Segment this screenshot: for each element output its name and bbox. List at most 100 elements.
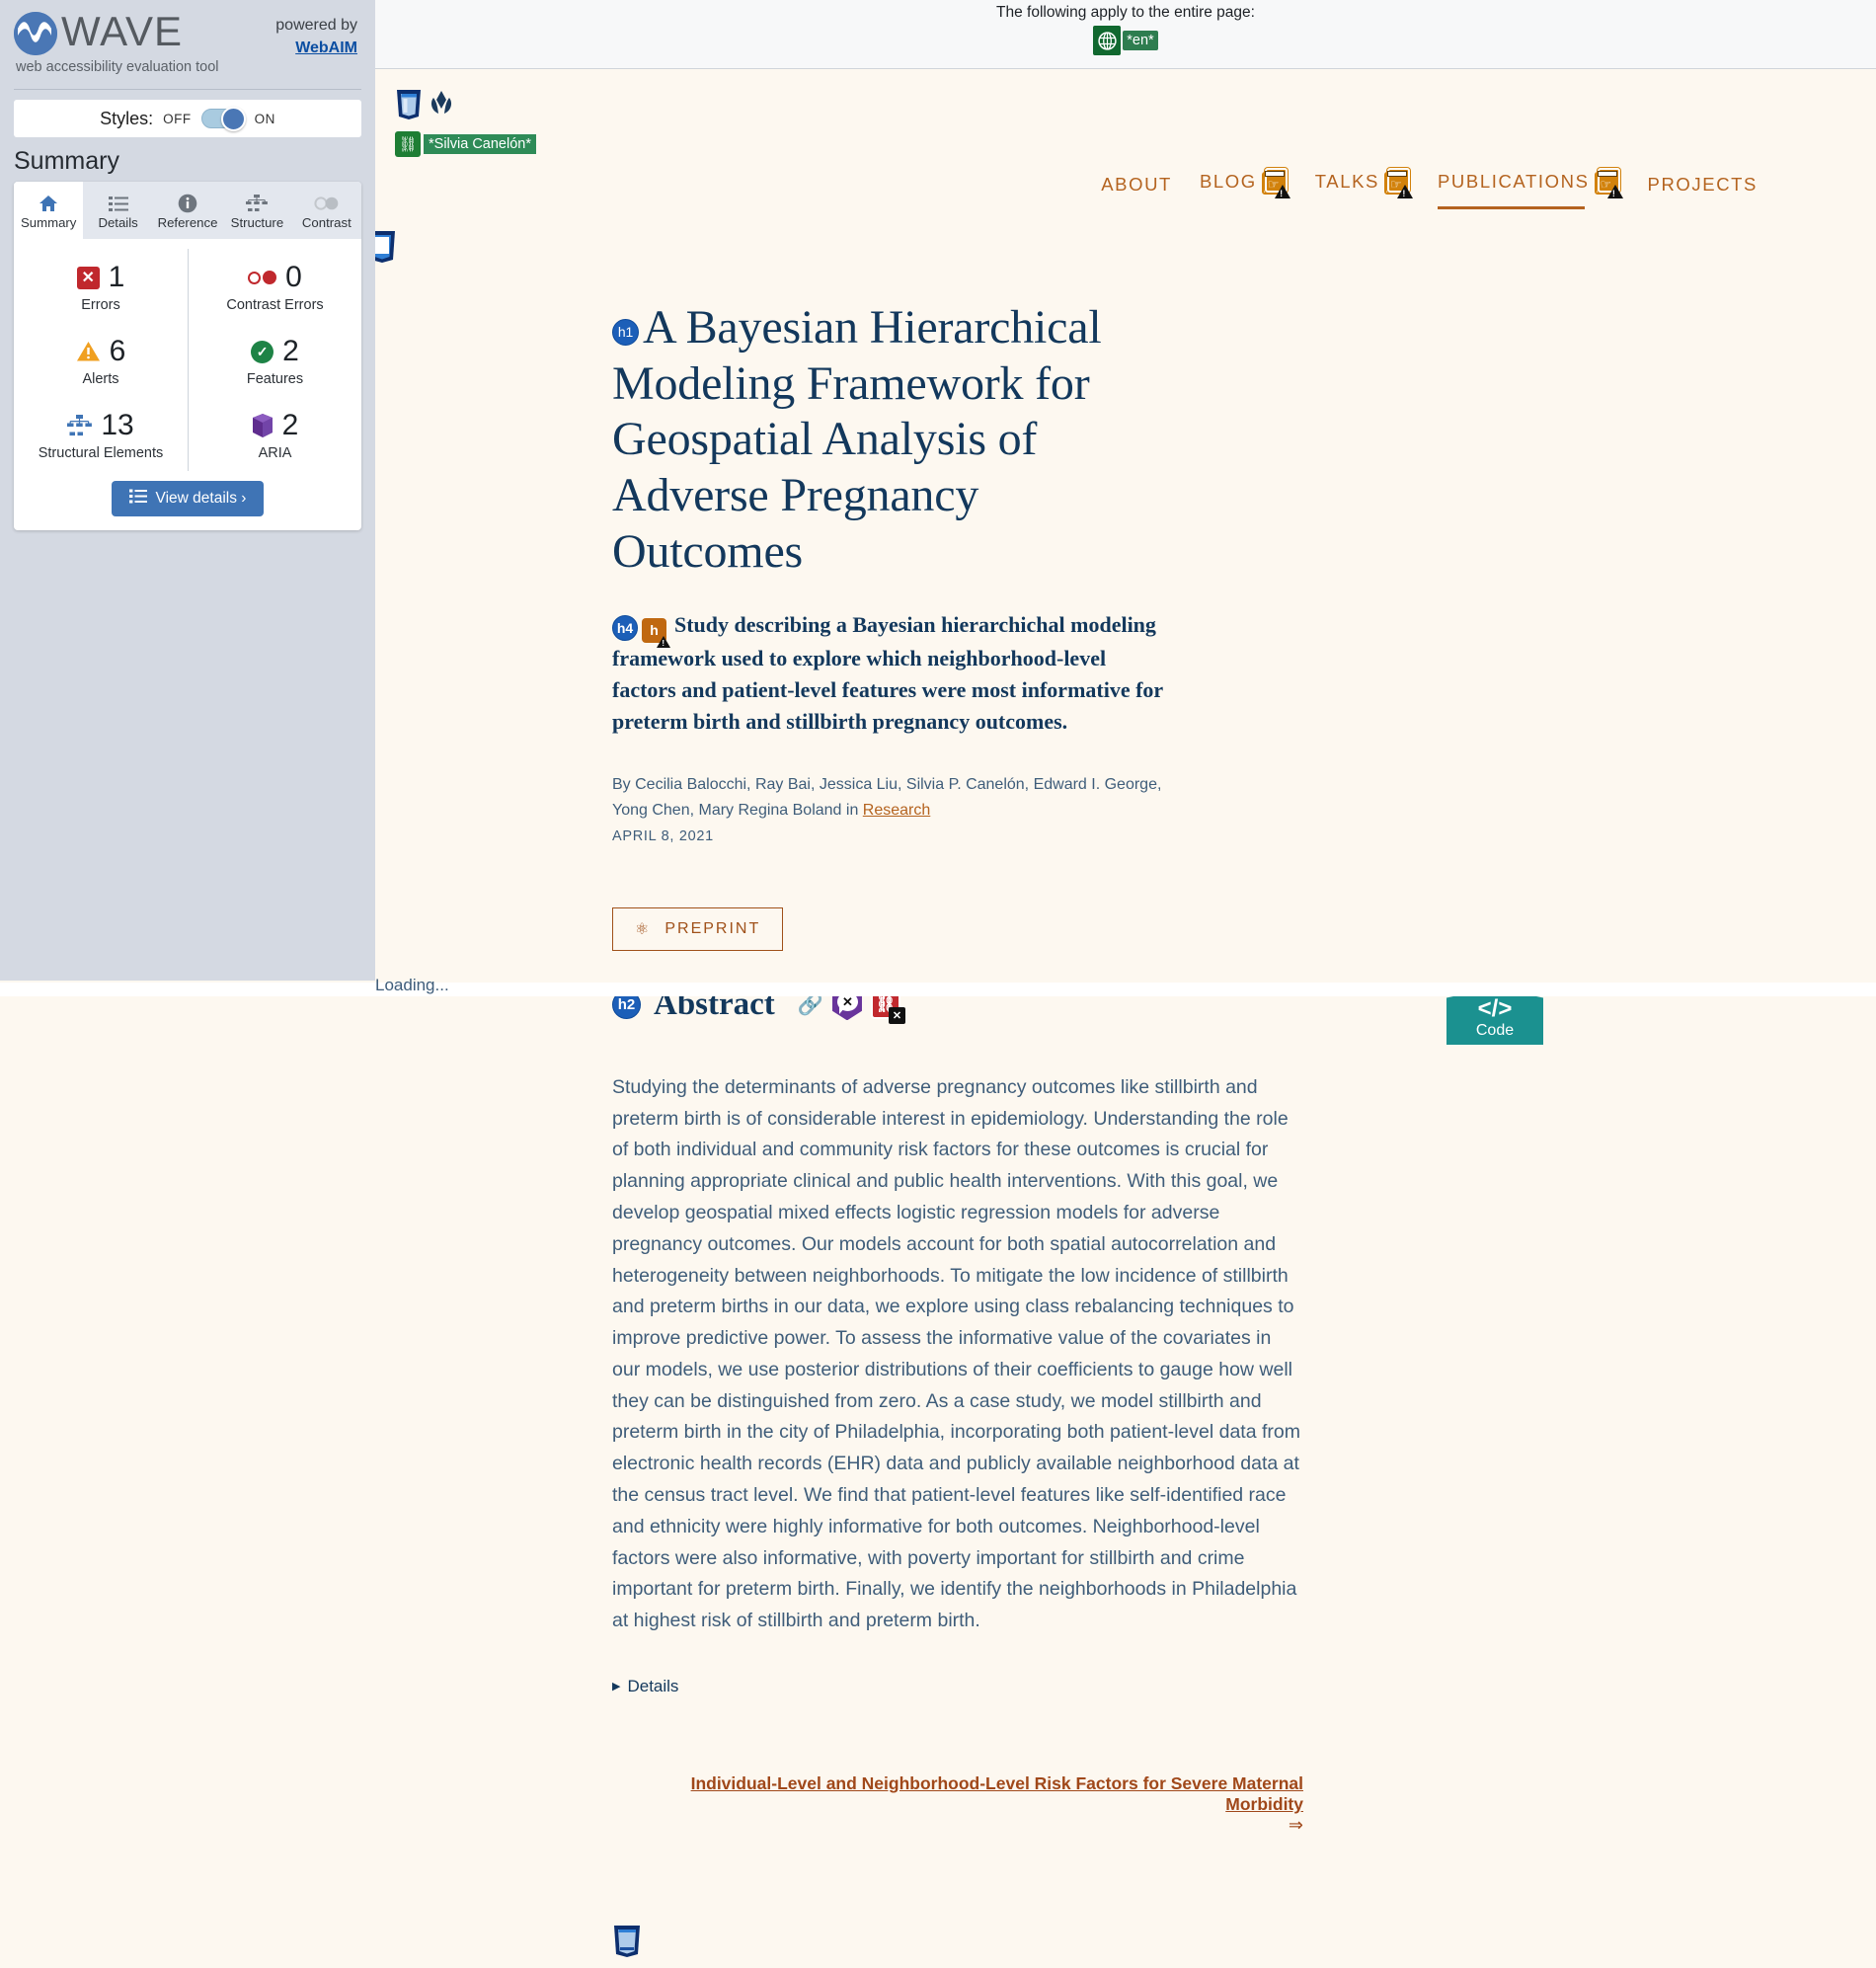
tab-summary[interactable]: Summary [14,182,84,239]
wave-summary-stats: ✕ 1 Errors 0 Contrast Errors 6 Alerts ✓ … [14,239,361,475]
alt-text-value: *Silvia Canelón* [424,134,536,154]
stat-value: 2 [282,335,299,367]
wave-page-icons: ⛓ *Silvia Canelón* [395,89,536,157]
website-viewport: ⛓ *Silvia Canelón* ABOUT BLOG ☞ ! TALKS … [375,69,1876,1968]
preprint-label: PREPRINT [664,919,761,937]
loading-status: Loading... [375,976,449,994]
divider [14,89,361,90]
summary-heading: Summary [14,147,119,175]
next-post-link[interactable]: Individual-Level and Neighborhood-Level … [612,1773,1303,1836]
styles-off-label: OFF [163,111,192,126]
stat-value: 2 [281,409,299,441]
nav-item-projects[interactable]: PROJECTS [1648,174,1758,201]
tab-details[interactable]: Details [83,182,152,239]
main-navigation[interactable]: ABOUT BLOG ☞ ! TALKS ☞ ! PUBLICATIONS ☞ … [375,69,1876,209]
webaim-link[interactable]: WebAIM [295,39,357,56]
redundant-heading-alert-icon: h! [642,617,670,648]
powered-by-label: powered by [275,17,357,34]
nav-label: TALKS [1314,171,1379,192]
details-label: Details [627,1676,679,1695]
stat-features[interactable]: ✓ 2 Features [188,323,361,397]
footer-html5-shield-icon [614,1925,640,1957]
wave-panel-card: Summary Details Reference Structure Cont… [14,182,361,530]
stat-label: Structural Elements [38,445,164,461]
article-header: h1 A Bayesian Hierarchical Modeling Frame… [375,300,1876,951]
wave-logo-icon [14,12,57,55]
wave-tagline: web accessibility evaluation tool [16,59,219,75]
sitemap-icon [67,415,93,436]
code-symbol-icon: </> [1477,995,1513,1023]
info-icon [178,194,197,213]
page-title-text: A Bayesian Hierarchical Modeling Framewo… [612,301,1102,578]
nav-item-about[interactable]: ABOUT [1101,174,1172,201]
tab-structure[interactable]: Structure [222,182,291,239]
abstract-section: h2 Abstract 🔗 ✕ ⛓ ✕ Studying the determin… [375,986,1876,1968]
stat-contrast-errors[interactable]: 0 Contrast Errors [188,249,361,323]
h1-structure-badge: h1 [612,318,639,346]
styles-label: Styles: [100,108,154,128]
error-x-icon: ✕ [76,266,100,289]
arrow-right-icon: ⇒ [1288,1814,1303,1835]
stat-label: Features [246,371,304,387]
styles-toggle-bar[interactable]: Styles: OFF ON [14,100,361,137]
wave-link-alert-icon: ☞ ! [1261,168,1290,198]
cube-icon [252,414,273,437]
nav-item-publications[interactable]: PUBLICATIONS ☞ ! [1437,168,1623,209]
nav-label: ABOUT [1101,174,1172,195]
stat-errors[interactable]: ✕ 1 Errors [14,249,188,323]
preprint-button[interactable]: ⚛ PREPRINT [612,906,784,951]
html5-shield-icon [397,90,421,119]
nav-label: PROJECTS [1647,174,1758,195]
toggle-knob [220,107,246,131]
byline-category-link[interactable]: Research [863,802,930,819]
tab-label: Details [98,215,138,230]
byline: By Cecilia Balocchi, Ray Bai, Jessica Li… [612,772,1165,847]
tab-contrast[interactable]: Contrast [292,182,361,239]
screenshot-root: ⛓ *Silvia Canelón* ABOUT BLOG ☞ ! TALKS … [0,0,1876,1968]
wave-tabs[interactable]: Summary Details Reference Structure Cont… [14,182,361,239]
linked-image-icon: ⛓ [395,131,421,157]
stat-alerts[interactable]: 6 Alerts [14,323,188,397]
page-title: h1 A Bayesian Hierarchical Modeling Frame… [612,300,1165,580]
stat-label: ARIA [258,445,292,461]
wave-page-level-note: The following apply to the entire page: [996,4,1255,21]
tab-label: Structure [230,215,284,230]
article-subtitle-text: Study describing a Bayesian hierarchicha… [612,612,1163,734]
view-details-row: View details › [14,475,361,530]
wave-link-alert-icon: ☞ ! [1594,168,1623,198]
tab-label: Summary [20,215,77,230]
loading-band [0,983,1876,996]
wave-link-alert-icon: ☞ ! [1383,168,1413,198]
view-details-label: View details › [155,490,247,507]
list-icon [128,489,147,509]
sitemap-icon [246,194,269,213]
details-disclosure[interactable]: ▶ Details [612,1677,1758,1696]
wave-wordmark: WAVE [61,8,184,54]
styles-on-label: ON [254,111,275,126]
abstract-body: Studying the determinants of adverse pre… [612,1075,1300,1632]
stat-label: Errors [81,297,120,313]
language-value: *en* [1123,31,1158,50]
code-badge-label: Code [1475,1022,1515,1040]
stat-label: Contrast Errors [226,297,324,313]
next-post-label[interactable]: Individual-Level and Neighborhood-Level … [691,1773,1303,1814]
stat-value: 6 [109,335,126,367]
wave-sidebar: WAVE web accessibility evaluation tool p… [0,0,375,981]
styles-toggle-switch[interactable] [200,107,246,131]
h4-structure-badge: h4 [612,615,638,642]
wave-page-level-icons: *en* [375,26,1876,55]
nav-item-blog[interactable]: BLOG ☞ ! [1200,168,1290,201]
tab-reference[interactable]: Reference [153,182,222,239]
stat-value: 1 [108,261,125,293]
site-footer: © 2021 Silvia Canelón · Made with Hugo A… [612,1925,1758,1968]
publication-date: APRIL 8, 2021 [612,827,714,844]
stat-value: 0 [285,261,302,293]
view-details-button[interactable]: View details › [111,481,265,516]
flower-logo-icon [431,91,452,114]
tab-label: Contrast [301,215,352,230]
check-circle-icon: ✓ [251,340,274,363]
alert-triangle-icon [76,342,100,361]
stat-structural-elements[interactable]: 13 Structural Elements [14,397,188,471]
nav-item-talks[interactable]: TALKS ☞ ! [1314,168,1413,201]
stat-aria[interactable]: 2 ARIA [188,397,361,471]
